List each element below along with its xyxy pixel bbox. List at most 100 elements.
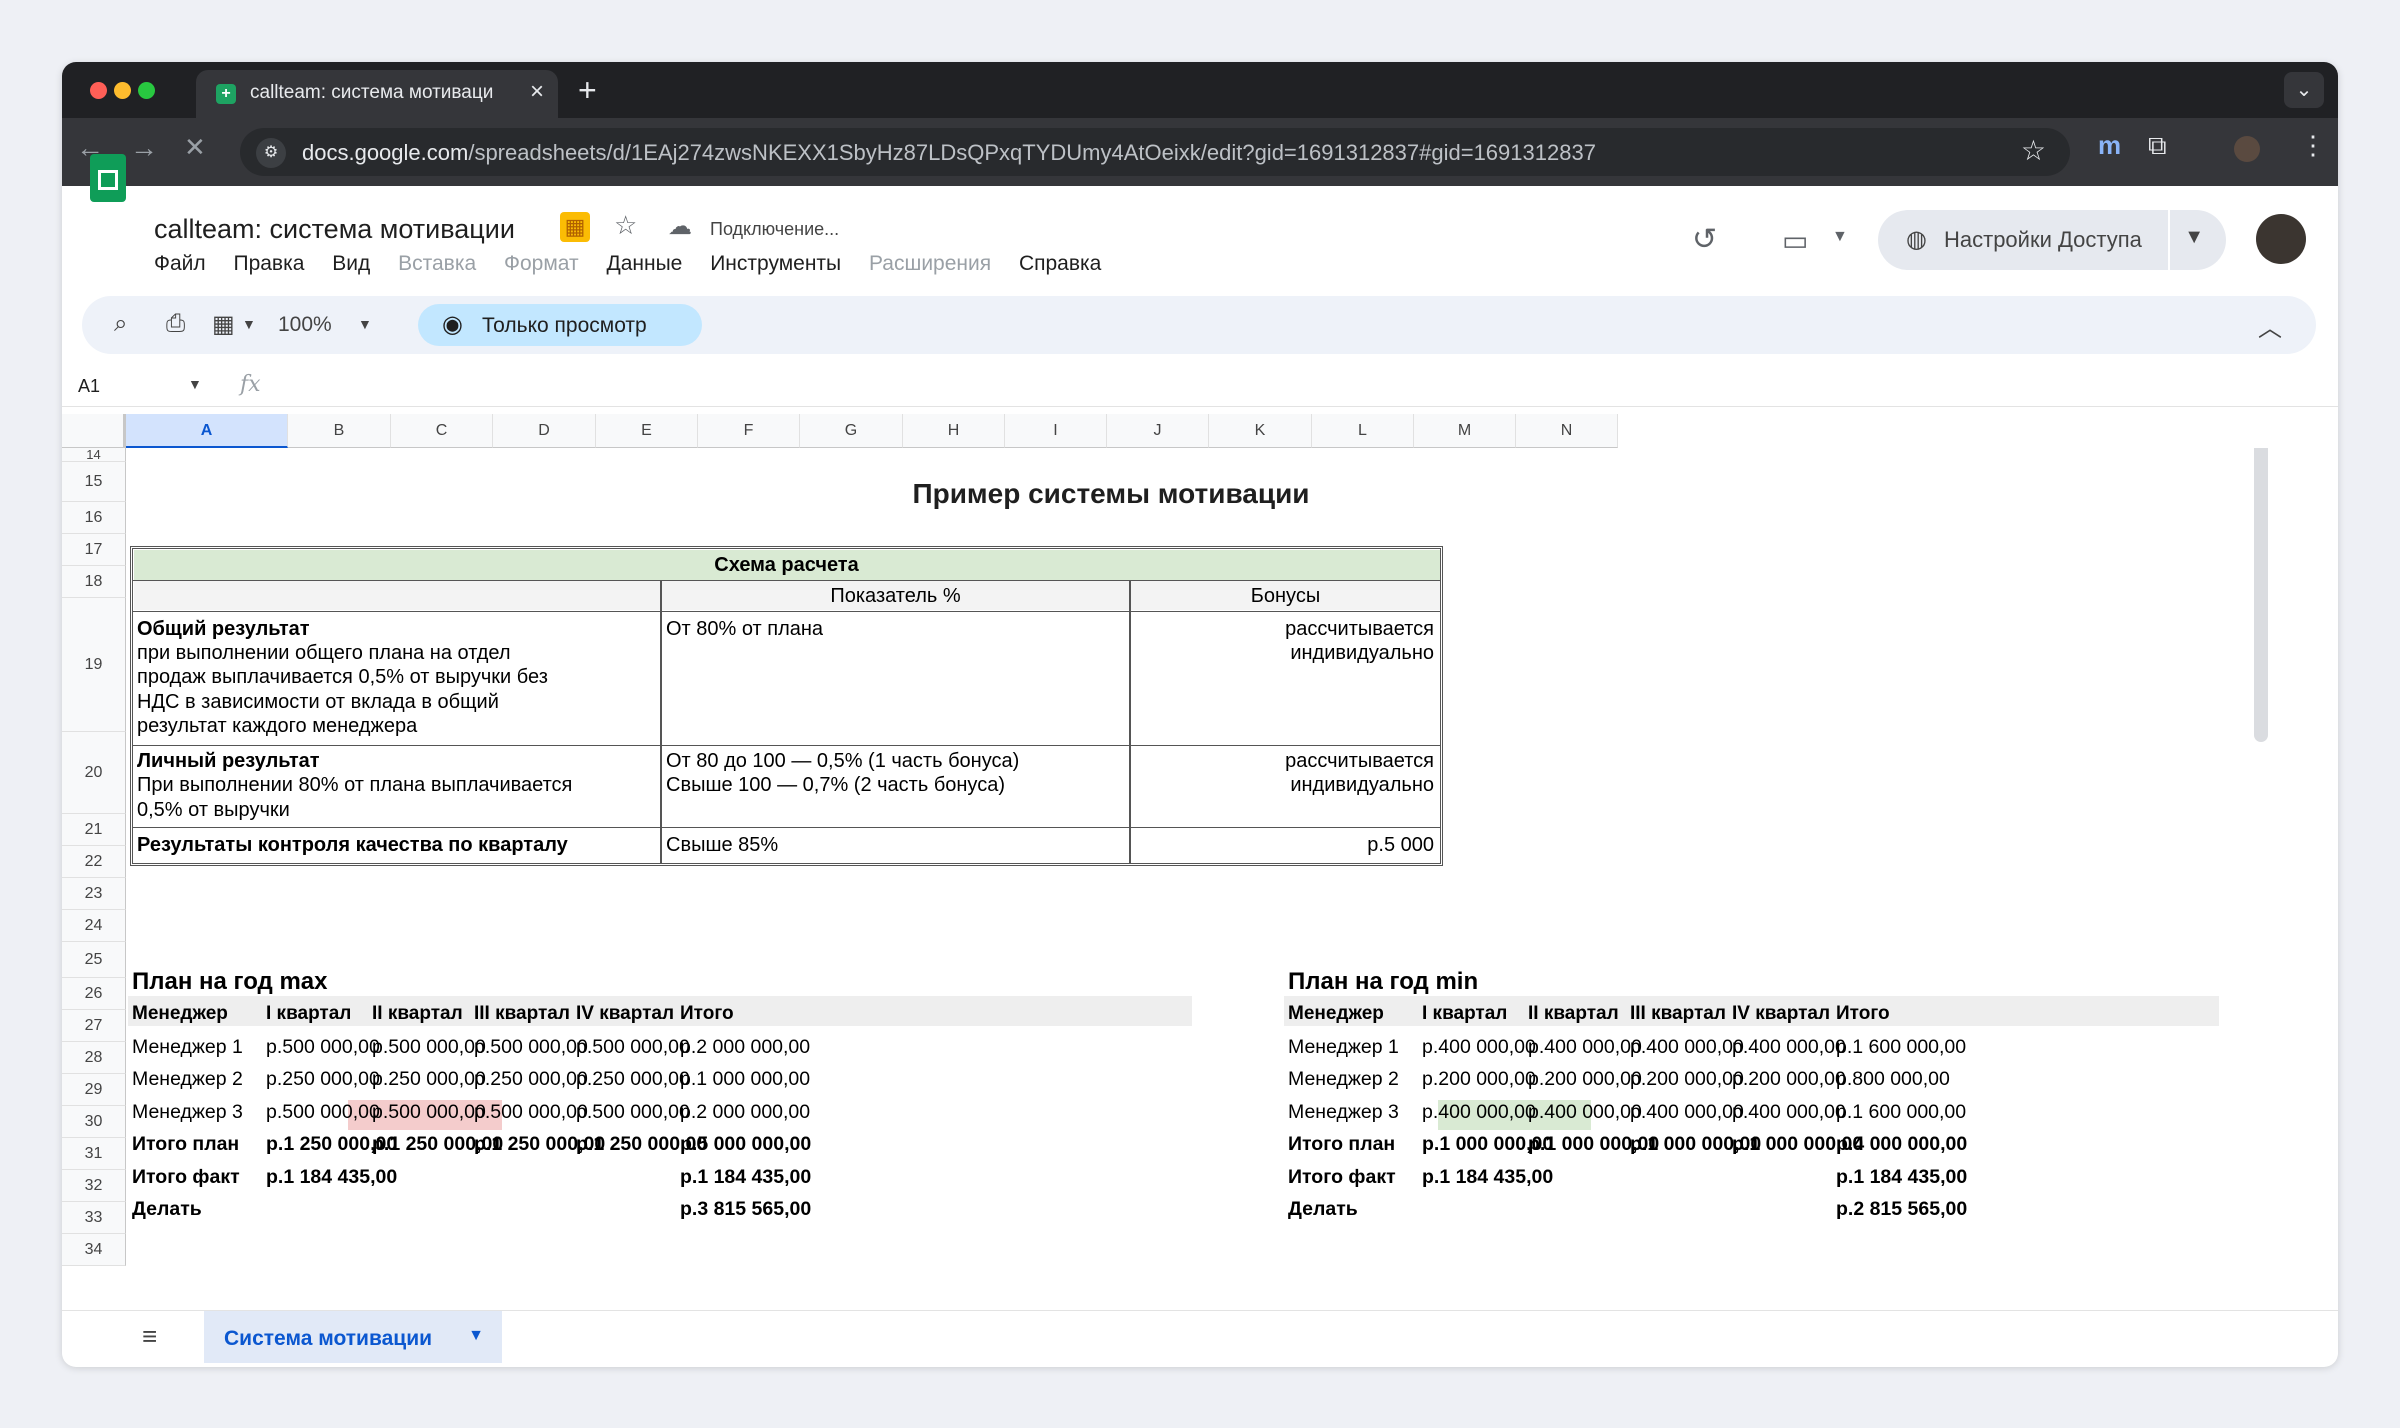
row-header[interactable]: 14 <box>62 448 126 462</box>
forward-button[interactable]: → <box>130 132 158 164</box>
plan-max-cell[interactable]: р.250 000,00 <box>266 1067 380 1091</box>
menu-insert[interactable]: Вставка <box>398 252 476 275</box>
column-header-m[interactable]: M <box>1414 414 1516 448</box>
close-tab-icon[interactable]: × <box>530 78 544 106</box>
row-header[interactable]: 20 <box>62 732 126 814</box>
row-header[interactable]: 18 <box>62 566 126 598</box>
profile-avatar[interactable] <box>2234 136 2260 162</box>
row-header[interactable]: 26 <box>62 978 126 1010</box>
sheets-logo[interactable] <box>90 154 126 202</box>
sheet-tab-dropdown-icon[interactable]: ▼ <box>468 1327 484 1345</box>
row-header[interactable]: 33 <box>62 1202 126 1234</box>
plan-max-cell[interactable]: р.1 250 000,00 <box>474 1132 605 1156</box>
share-dropdown-icon[interactable]: ▼ <box>2184 226 2204 249</box>
plan-max-cell[interactable]: р.1 250 000,00 <box>266 1132 397 1156</box>
stop-loading-button[interactable]: ✕ <box>184 132 206 163</box>
browser-tab[interactable]: + callteam: система мотиваци × <box>196 70 558 118</box>
address-bar[interactable]: ⚙ docs.google.com/spreadsheets/d/1EAj274… <box>240 128 2070 176</box>
plan-max-cell[interactable]: р.500 000,00 <box>372 1035 486 1059</box>
version-history-icon[interactable]: ↺ <box>1692 222 1717 257</box>
meet-dropdown-icon[interactable]: ▼ <box>1832 228 1848 246</box>
row-header[interactable]: 19 <box>62 598 126 732</box>
column-header-l[interactable]: L <box>1312 414 1414 448</box>
plan-max-cell[interactable]: р.5 000 000,00 <box>680 1132 811 1156</box>
column-header-d[interactable]: D <box>493 414 596 448</box>
plan-min-header-cell[interactable]: II квартал <box>1528 1002 1619 1026</box>
collapse-toolbar-icon[interactable]: ︿ <box>2258 308 2282 343</box>
row-header[interactable]: 16 <box>62 502 126 534</box>
column-header-n[interactable]: N <box>1516 414 1618 448</box>
plan-min-cell[interactable]: р.1 000 000,00 <box>1528 1132 1659 1156</box>
search-icon[interactable]: ⌕ <box>114 310 127 338</box>
plan-max-cell[interactable]: р.2 000 000,00 <box>680 1100 810 1124</box>
sheet-tab-active[interactable]: Система мотивации ▼ <box>204 1311 502 1363</box>
plan-min-cell[interactable]: р.200 000,00 <box>1528 1067 1642 1091</box>
menu-data[interactable]: Данные <box>606 252 682 275</box>
minimize-window-button[interactable] <box>114 82 131 99</box>
plan-min-cell[interactable]: р.400 000,00 <box>1528 1035 1642 1059</box>
menu-view[interactable]: Вид <box>332 252 370 275</box>
extensions-puzzle-icon[interactable]: ⧉ <box>2148 130 2167 162</box>
plan-min-cell[interactable]: р.200 000,00 <box>1630 1067 1744 1091</box>
plan-min-cell[interactable]: Итого факт <box>1288 1165 1396 1189</box>
column-header-k[interactable]: K <box>1209 414 1312 448</box>
plan-max-cell[interactable]: Менеджер 2 <box>132 1067 243 1091</box>
plan-min-cell[interactable]: р.400 000,00 <box>1732 1100 1846 1124</box>
plan-min-cell[interactable]: р.1 600 000,00 <box>1836 1100 1966 1124</box>
star-icon[interactable]: ☆ <box>614 210 637 241</box>
column-header-i[interactable]: I <box>1005 414 1107 448</box>
row-header[interactable]: 31 <box>62 1138 126 1170</box>
plan-max-cell[interactable]: Итого факт <box>132 1165 240 1189</box>
plan-max-header-cell[interactable]: III квартал <box>474 1002 570 1026</box>
plan-max-cell[interactable]: р.1 000 000,00 <box>680 1067 810 1091</box>
new-tab-button[interactable]: + <box>578 72 597 109</box>
plan-min-cell[interactable]: р.4 000 000,00 <box>1836 1132 1967 1156</box>
row-header[interactable]: 22 <box>62 846 126 878</box>
plan-max-cell[interactable]: р.500 000,00 <box>576 1035 690 1059</box>
plan-min-header-cell[interactable]: Менеджер <box>1288 1002 1384 1026</box>
plan-min-cell[interactable]: р.1 000 000,00 <box>1422 1132 1553 1156</box>
plan-min-cell[interactable]: р.1 000 000,00 <box>1630 1132 1761 1156</box>
plan-min-cell[interactable]: Делать <box>1288 1197 1358 1221</box>
row-header[interactable]: 30 <box>62 1106 126 1138</box>
plan-min-cell[interactable]: р.200 000,00 <box>1422 1067 1536 1091</box>
column-header-a[interactable]: A <box>126 414 288 448</box>
plan-max-header-cell[interactable]: Итого <box>680 1002 734 1026</box>
column-header-c[interactable]: C <box>391 414 493 448</box>
plan-min-cell[interactable]: р.1 000 000,00 <box>1732 1132 1863 1156</box>
plan-max-cell[interactable]: р.1 184 435,00 <box>680 1165 811 1189</box>
plan-min-cell[interactable]: р.400 000,00 <box>1630 1035 1744 1059</box>
plan-max-cell[interactable]: р.250 000,00 <box>372 1067 486 1091</box>
plan-max-header-cell[interactable]: I квартал <box>266 1002 351 1026</box>
plan-max-cell[interactable]: р.500 000,00 <box>266 1100 380 1124</box>
view-only-button[interactable]: ◉ Только просмотр <box>418 304 702 346</box>
row-header[interactable]: 17 <box>62 534 126 566</box>
plan-min-cell[interactable]: р.400 000,00 <box>1422 1035 1536 1059</box>
menu-file[interactable]: Файл <box>154 252 206 275</box>
plan-max-header-cell[interactable]: IV квартал <box>576 1002 674 1026</box>
browser-menu-icon[interactable]: ⋮ <box>2300 130 2326 161</box>
plan-min-cell[interactable]: Менеджер 3 <box>1288 1100 1399 1124</box>
vertical-scrollbar[interactable] <box>2254 448 2268 742</box>
row-header[interactable]: 32 <box>62 1170 126 1202</box>
plan-max-cell[interactable]: р.500 000,00 <box>266 1035 380 1059</box>
plan-min-cell[interactable]: р.1 184 435,00 <box>1836 1165 1967 1189</box>
plan-max-cell[interactable]: р.1 250 000,00 <box>576 1132 707 1156</box>
row-header[interactable]: 29 <box>62 1074 126 1106</box>
plan-min-header-cell[interactable]: IV квартал <box>1732 1002 1830 1026</box>
row-header[interactable]: 15 <box>62 462 126 502</box>
column-header-h[interactable]: H <box>903 414 1005 448</box>
column-header-g[interactable]: G <box>800 414 903 448</box>
plan-min-cell[interactable]: р.400 000,00 <box>1422 1100 1536 1124</box>
plan-min-cell[interactable]: р.800 000,00 <box>1836 1067 1950 1091</box>
plan-min-cell[interactable]: Менеджер 2 <box>1288 1067 1399 1091</box>
plan-max-header-cell[interactable]: Менеджер <box>132 1002 228 1026</box>
name-box[interactable]: A1 <box>78 376 100 397</box>
row-header[interactable]: 24 <box>62 910 126 942</box>
row-header[interactable]: 34 <box>62 1234 126 1266</box>
plan-max-header-cell[interactable]: II квартал <box>372 1002 463 1026</box>
select-all-corner[interactable] <box>62 414 126 448</box>
plan-min-cell[interactable]: Менеджер 1 <box>1288 1035 1399 1059</box>
plan-min-header-cell[interactable]: I квартал <box>1422 1002 1507 1026</box>
site-info-icon[interactable]: ⚙ <box>256 138 286 168</box>
